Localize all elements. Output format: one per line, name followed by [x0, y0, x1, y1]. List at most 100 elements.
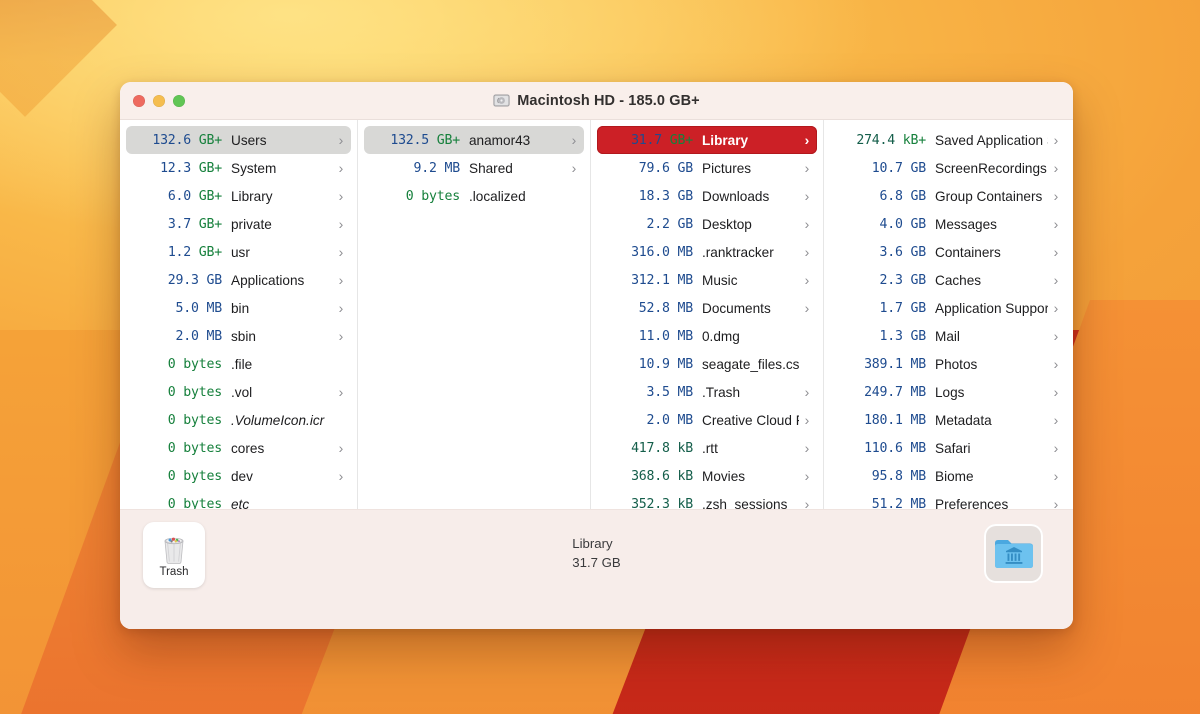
chevron-right-icon[interactable]: › — [1048, 189, 1064, 203]
file-size: 4.0 GB — [879, 216, 927, 232]
file-row[interactable]: 0 bytes.file› — [126, 350, 351, 378]
file-row[interactable]: 312.1 MB Music › — [597, 266, 817, 294]
file-row[interactable]: 29.3 GB Applications › — [126, 266, 351, 294]
file-size-unit: GB — [910, 160, 927, 176]
chevron-right-icon[interactable]: › — [333, 329, 349, 343]
file-row[interactable]: 31.7 GB+ Library › — [597, 126, 817, 154]
chevron-right-icon[interactable]: › — [1048, 441, 1064, 455]
file-row[interactable]: 2.2 GB Desktop › — [597, 210, 817, 238]
file-row[interactable]: 316.0 MB .ranktracker › — [597, 238, 817, 266]
chevron-right-icon[interactable]: › — [1048, 273, 1064, 287]
file-row[interactable]: 249.7 MB Logs › — [830, 378, 1066, 406]
file-row[interactable]: 9.2 MB Shared › — [364, 154, 584, 182]
file-row[interactable]: 11.0 MB0.dmg› — [597, 322, 817, 350]
chevron-right-icon[interactable]: › — [333, 469, 349, 483]
chevron-right-icon[interactable]: › — [1048, 217, 1064, 231]
file-row[interactable]: 2.0 MB Creative Cloud Files› — [597, 406, 817, 434]
chevron-right-icon[interactable]: › — [333, 217, 349, 231]
file-row[interactable]: 2.3 GB Caches › — [830, 266, 1066, 294]
chevron-right-icon[interactable]: › — [1048, 469, 1064, 483]
file-row[interactable]: 0 bytes .vol › — [126, 378, 351, 406]
chevron-right-icon[interactable]: › — [799, 385, 815, 399]
chevron-right-icon[interactable]: › — [799, 301, 815, 315]
chevron-right-icon[interactable]: › — [1048, 497, 1064, 509]
file-row[interactable]: 51.2 MB Preferences › — [830, 490, 1066, 510]
file-row[interactable]: 52.8 MB Documents › — [597, 294, 817, 322]
file-row[interactable]: 368.6 kB Movies › — [597, 462, 817, 490]
chevron-right-icon[interactable]: › — [333, 385, 349, 399]
file-row[interactable]: 18.3 GB Downloads › — [597, 182, 817, 210]
file-row[interactable]: 12.3 GB+ System › — [126, 154, 351, 182]
file-row[interactable]: 3.7 GB+ private › — [126, 210, 351, 238]
chevron-right-icon[interactable]: › — [799, 245, 815, 259]
chevron-right-icon[interactable]: › — [799, 217, 815, 231]
chevron-right-icon[interactable]: › — [1048, 301, 1064, 315]
chevron-right-icon[interactable]: › — [799, 441, 815, 455]
chevron-right-icon[interactable]: › — [1048, 133, 1064, 147]
file-row[interactable]: 132.6 GB+ Users › — [126, 126, 351, 154]
file-row[interactable]: 6.0 GB+ Library › — [126, 182, 351, 210]
chevron-right-icon[interactable]: › — [333, 301, 349, 315]
file-row[interactable]: 79.6 GB Pictures › — [597, 154, 817, 182]
file-name: Saved Application State — [935, 132, 1048, 148]
file-row[interactable]: 1.7 GB Application Support › — [830, 294, 1066, 322]
column-root[interactable]: 132.6 GB+ Users › 12.3 GB+ System › 6.0 GB+ Lib… — [120, 120, 358, 509]
chevron-right-icon[interactable]: › — [1048, 413, 1064, 427]
chevron-right-icon[interactable]: › — [566, 161, 582, 175]
file-row[interactable]: 95.8 MB Biome › — [830, 462, 1066, 490]
column-users[interactable]: 132.5 GB+ anamor43 › 9.2 MB Shared › 0 bytes .l… — [358, 120, 591, 509]
file-size: 132.6 GB+ — [152, 132, 222, 148]
chevron-right-icon[interactable]: › — [799, 469, 815, 483]
chevron-right-icon[interactable]: › — [799, 497, 815, 509]
file-row[interactable]: 3.6 GB Containers › — [830, 238, 1066, 266]
file-row[interactable]: 10.9 MBseagate_files.csv› — [597, 350, 817, 378]
chevron-right-icon[interactable]: › — [333, 273, 349, 287]
file-row[interactable]: 4.0 GB Messages › — [830, 210, 1066, 238]
chevron-right-icon[interactable]: › — [566, 133, 582, 147]
column-library[interactable]: 274.4 kB+Saved Application State›10.7 GB… — [824, 120, 1072, 510]
column-anamor43[interactable]: 31.7 GB+ Library › 79.6 GB Pictures › 18.3 GB D… — [591, 120, 824, 509]
file-row[interactable]: 5.0 MB bin › — [126, 294, 351, 322]
chevron-right-icon[interactable]: › — [799, 189, 815, 203]
file-row[interactable]: 110.6 MB Safari › — [830, 434, 1066, 462]
file-row[interactable]: 6.8 GB Group Containers › — [830, 182, 1066, 210]
file-size: 79.6 GB — [638, 160, 693, 176]
chevron-right-icon[interactable]: › — [1048, 357, 1064, 371]
file-size-unit: bytes — [183, 468, 222, 484]
file-row[interactable]: 2.0 MB sbin › — [126, 322, 351, 350]
file-row[interactable]: 417.8 kB .rtt › — [597, 434, 817, 462]
maximize-icon[interactable] — [173, 94, 185, 107]
chevron-right-icon[interactable]: › — [799, 161, 815, 175]
file-row[interactable]: 0 bytes.localized› — [364, 182, 584, 210]
file-row[interactable]: 1.3 GB Mail › — [830, 322, 1066, 350]
chevron-right-icon[interactable]: › — [799, 273, 815, 287]
file-row[interactable]: 0 bytes cores › — [126, 434, 351, 462]
chevron-right-icon[interactable]: › — [333, 189, 349, 203]
reveal-in-finder-button[interactable] — [984, 524, 1043, 583]
file-row[interactable]: 1.2 GB+ usr › — [126, 238, 351, 266]
file-row[interactable]: 3.5 MB .Trash › — [597, 378, 817, 406]
chevron-right-icon[interactable]: › — [333, 441, 349, 455]
chevron-right-icon[interactable]: › — [333, 161, 349, 175]
file-row[interactable]: 0 bytesetc› — [126, 490, 351, 510]
file-row[interactable]: 180.1 MB Metadata › — [830, 406, 1066, 434]
file-row[interactable]: 389.1 MB Photos › — [830, 350, 1066, 378]
chevron-right-icon[interactable]: › — [799, 413, 815, 427]
file-row[interactable]: 10.7 GB ScreenRecordings › — [830, 154, 1066, 182]
file-row[interactable]: 0 bytes.VolumeIcon.icr› — [126, 406, 351, 434]
file-row[interactable]: 132.5 GB+ anamor43 › — [364, 126, 584, 154]
file-size-unit: bytes — [183, 412, 222, 428]
chevron-right-icon[interactable]: › — [333, 245, 349, 259]
chevron-right-icon[interactable]: › — [1048, 385, 1064, 399]
file-row[interactable]: 352.3 kB .zsh_sessions › — [597, 490, 817, 510]
file-name: Application Support — [935, 300, 1048, 316]
minimize-icon[interactable] — [153, 94, 165, 107]
chevron-right-icon[interactable]: › — [333, 133, 349, 147]
chevron-right-icon[interactable]: › — [1048, 161, 1064, 175]
file-row[interactable]: 274.4 kB+ Saved Application State› — [830, 126, 1066, 154]
chevron-right-icon[interactable]: › — [799, 133, 815, 147]
close-icon[interactable] — [133, 94, 145, 107]
file-row[interactable]: 0 bytes dev › — [126, 462, 351, 490]
chevron-right-icon[interactable]: › — [1048, 245, 1064, 259]
chevron-right-icon[interactable]: › — [1048, 329, 1064, 343]
